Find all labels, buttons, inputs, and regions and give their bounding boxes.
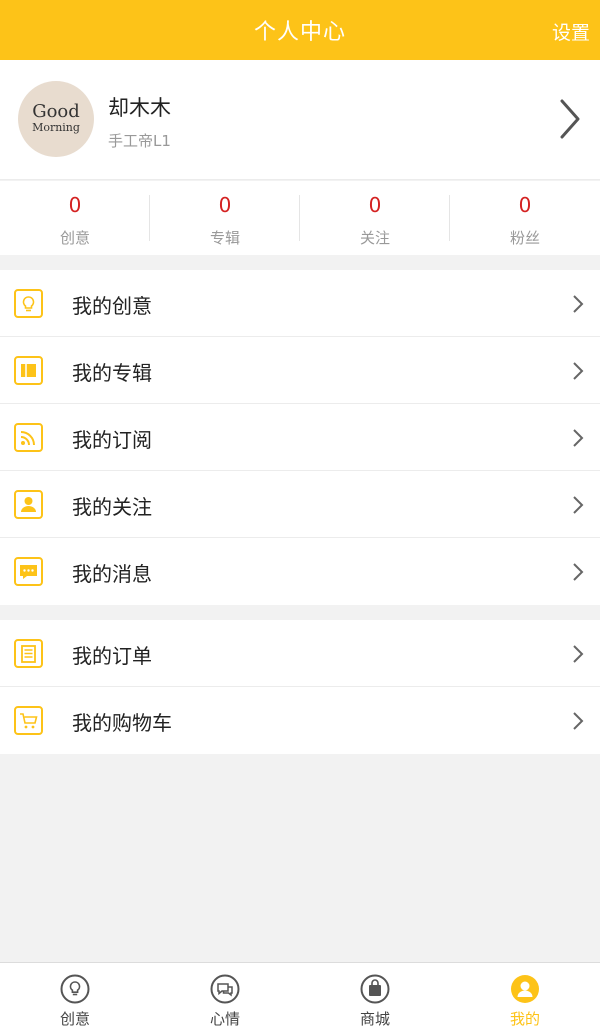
stat-following[interactable]: 0 关注 (300, 181, 450, 255)
chevron-right-icon (573, 712, 584, 730)
menu-item-my-cart[interactable]: 我的购物车 (0, 687, 600, 754)
bulb-icon (60, 974, 90, 1004)
cart-icon (14, 706, 43, 735)
user-level: 手工帝L1 (108, 132, 171, 150)
menu-item-label: 我的关注 (72, 495, 152, 519)
user-name: 却木木 (108, 96, 171, 120)
tab-label: 我的 (509, 1010, 540, 1028)
stats-bar: 0 创意 0 专辑 0 关注 0 粉丝 (0, 181, 600, 255)
menu-item-label: 我的购物车 (72, 711, 172, 735)
rss-icon (14, 423, 43, 452)
tab-label: 创意 (59, 1010, 90, 1028)
person-icon (14, 490, 43, 519)
menu-item-my-subscriptions[interactable]: 我的订阅 (0, 404, 600, 471)
chevron-right-icon (573, 496, 584, 514)
chevron-right-icon (573, 362, 584, 380)
tab-mine[interactable]: 我的 (450, 963, 600, 1032)
tab-ideas[interactable]: 创意 (0, 963, 150, 1032)
album-icon (14, 356, 43, 385)
user-icon (511, 975, 539, 1003)
chevron-right-icon (573, 429, 584, 447)
stat-label: 创意 (59, 229, 90, 247)
stat-value: 0 (218, 193, 232, 217)
settings-button[interactable]: 设置 (552, 18, 590, 45)
menu-group-shopping: 我的订单 我的购物车 (0, 620, 600, 754)
avatar[interactable]: Good Morning (18, 81, 94, 157)
chevron-right-icon (573, 563, 584, 581)
stat-label: 粉丝 (509, 229, 540, 247)
stat-value: 0 (518, 193, 532, 217)
page-title: 个人中心 (253, 20, 346, 45)
menu-item-label: 我的创意 (72, 294, 152, 318)
tab-mood[interactable]: 心情 (150, 963, 300, 1032)
stat-ideas[interactable]: 0 创意 (0, 181, 150, 255)
shop-bag-icon (360, 974, 390, 1004)
bottom-tab-bar: 创意 心情 商城 我的 (0, 962, 600, 1032)
menu-item-my-albums[interactable]: 我的专辑 (0, 337, 600, 404)
stat-label: 关注 (359, 229, 390, 247)
menu-group-personal: 我的创意 我的专辑 我的订阅 我的关注 我的消息 (0, 270, 600, 605)
stat-value: 0 (368, 193, 382, 217)
menu-item-label: 我的订单 (72, 644, 152, 668)
profile-card[interactable]: Good Morning 却木木 手工帝L1 (0, 60, 600, 180)
menu-item-label: 我的专辑 (72, 361, 152, 385)
stat-value: 0 (68, 193, 82, 217)
avatar-text-line1: Good (32, 101, 80, 122)
chevron-right-icon (573, 295, 584, 313)
chevron-right-icon[interactable] (558, 98, 582, 140)
avatar-text-line2: Morning (32, 121, 80, 134)
menu-item-label: 我的订阅 (72, 428, 152, 452)
menu-item-my-ideas[interactable]: 我的创意 (0, 270, 600, 337)
menu-item-my-following[interactable]: 我的关注 (0, 471, 600, 538)
stat-label: 专辑 (209, 229, 240, 247)
stat-fans[interactable]: 0 粉丝 (450, 181, 600, 255)
menu-item-my-orders[interactable]: 我的订单 (0, 620, 600, 687)
top-bar: 个人中心 设置 (0, 0, 600, 60)
bulb-icon (14, 289, 43, 318)
tab-shop[interactable]: 商城 (300, 963, 450, 1032)
stat-albums[interactable]: 0 专辑 (150, 181, 300, 255)
menu-item-my-messages[interactable]: 我的消息 (0, 538, 600, 605)
message-icon (14, 557, 43, 586)
order-icon (14, 639, 43, 668)
tab-label: 商城 (359, 1010, 390, 1028)
menu-item-label: 我的消息 (72, 562, 152, 586)
chevron-right-icon (573, 645, 584, 663)
chat-icon (210, 974, 240, 1004)
tab-label: 心情 (209, 1010, 240, 1028)
